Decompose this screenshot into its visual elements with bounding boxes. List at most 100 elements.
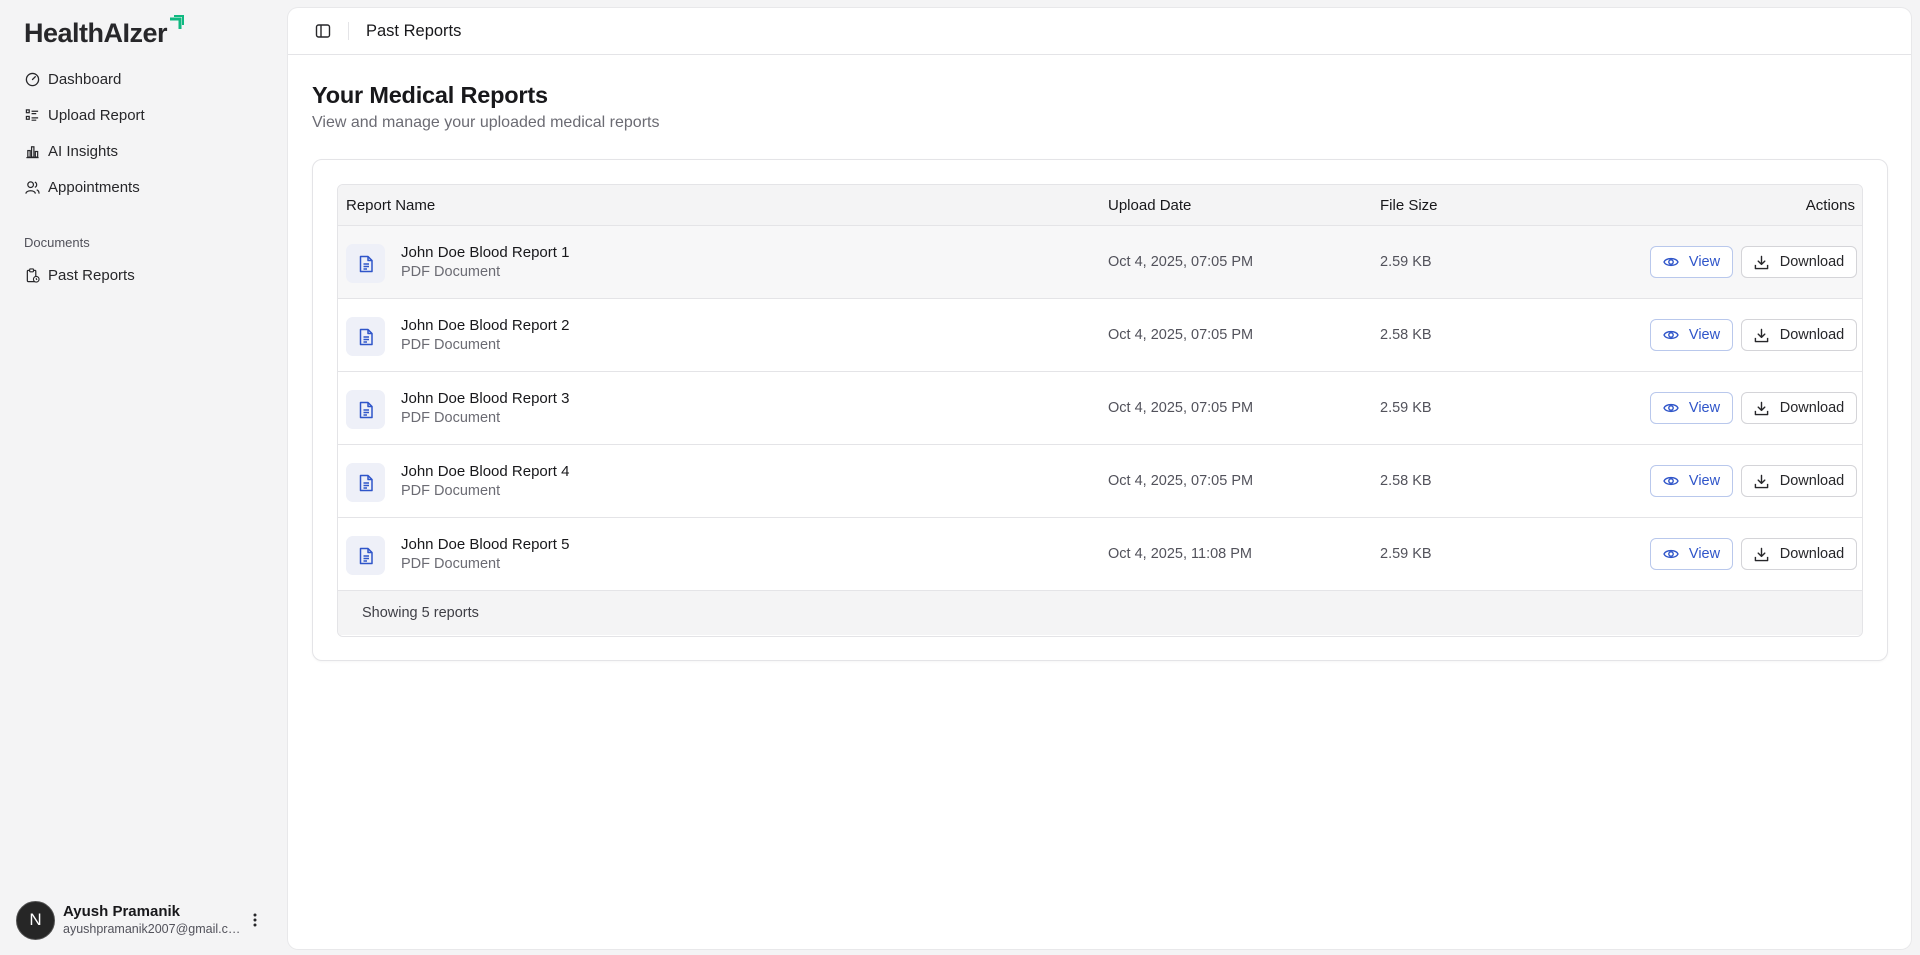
eye-icon <box>1663 473 1679 489</box>
download-label: Download <box>1779 254 1845 270</box>
nav-item-upload-report[interactable]: Upload Report <box>16 97 272 133</box>
file-size: 2.59 KB <box>1380 546 1432 562</box>
user-info: Ayush Pramanik ayushpramanik2007@gmail.c… <box>63 903 241 937</box>
table-row[interactable]: John Doe Blood Report 1 PDF Document Oct… <box>338 226 1862 299</box>
top-bar: Past Reports <box>288 8 1911 55</box>
download-button[interactable]: Download <box>1741 319 1857 351</box>
reports-card: Report Name Upload Date File Size Action… <box>312 159 1888 661</box>
nav-item-dashboard[interactable]: Dashboard <box>16 61 272 97</box>
breadcrumb: Past Reports <box>366 21 462 40</box>
nav-label: Dashboard <box>48 70 122 88</box>
view-button[interactable]: View <box>1650 538 1733 570</box>
column-header-file-size: File Size <box>1380 196 1438 214</box>
nav-label: Past Reports <box>48 266 135 284</box>
report-name: John Doe Blood Report 2 <box>401 317 570 334</box>
nav-item-past-reports[interactable]: Past Reports <box>16 257 272 293</box>
download-label: Download <box>1779 400 1845 416</box>
users-icon <box>24 179 40 195</box>
download-button[interactable]: Download <box>1741 246 1857 278</box>
file-text-icon <box>346 317 385 356</box>
app-logo[interactable]: HealthAIzer <box>24 15 185 50</box>
user-profile[interactable]: N Ayush Pramanik ayushpramanik2007@gmail… <box>16 898 272 942</box>
file-size: 2.59 KB <box>1380 254 1432 270</box>
download-label: Download <box>1779 546 1845 562</box>
nav-label: Appointments <box>48 178 140 196</box>
upload-date: Oct 4, 2025, 07:05 PM <box>1108 473 1254 489</box>
divider <box>348 22 349 40</box>
sidebar-toggle-icon[interactable] <box>314 22 332 40</box>
table-row[interactable]: John Doe Blood Report 4 PDF Document Oct… <box>338 445 1862 518</box>
nav-item-appointments[interactable]: Appointments <box>16 169 272 205</box>
nav-label: AI Insights <box>48 142 119 160</box>
documents-nav: Past Reports <box>16 257 272 293</box>
report-type: PDF Document <box>401 337 501 353</box>
file-text-icon <box>346 390 385 429</box>
view-label: View <box>1688 473 1721 489</box>
file-size: 2.58 KB <box>1380 327 1432 343</box>
page-title: Your Medical Reports <box>312 82 548 108</box>
nav-label: Upload Report <box>48 106 145 124</box>
download-button[interactable]: Download <box>1741 465 1857 497</box>
download-icon <box>1754 327 1770 343</box>
upload-date: Oct 4, 2025, 07:05 PM <box>1108 254 1254 270</box>
logo-text: HealthAIzer <box>24 18 168 48</box>
report-type: PDF Document <box>401 483 501 499</box>
view-label: View <box>1688 254 1721 270</box>
report-name: John Doe Blood Report 5 <box>401 536 570 553</box>
column-header-report-name: Report Name <box>346 196 436 214</box>
list-icon <box>24 107 40 123</box>
view-label: View <box>1688 327 1721 343</box>
download-label: Download <box>1779 473 1845 489</box>
table-row[interactable]: John Doe Blood Report 5 PDF Document Oct… <box>338 518 1862 591</box>
main-nav: Dashboard Upload Report AI Insights Appo… <box>16 61 272 205</box>
table-header: Report Name Upload Date File Size Action… <box>338 185 1862 226</box>
download-button[interactable]: Download <box>1741 392 1857 424</box>
file-size: 2.58 KB <box>1380 473 1432 489</box>
eye-icon <box>1663 400 1679 416</box>
column-header-upload-date: Upload Date <box>1108 196 1192 214</box>
view-button[interactable]: View <box>1650 319 1733 351</box>
download-icon <box>1754 254 1770 270</box>
file-text-icon <box>346 536 385 575</box>
eye-icon <box>1663 327 1679 343</box>
table-row[interactable]: John Doe Blood Report 2 PDF Document Oct… <box>338 299 1862 372</box>
report-name: John Doe Blood Report 1 <box>401 244 570 261</box>
user-name: Ayush Pramanik <box>63 903 180 920</box>
gauge-icon <box>24 71 40 87</box>
download-icon <box>1754 546 1770 562</box>
report-type: PDF Document <box>401 264 501 280</box>
report-type: PDF Document <box>401 410 501 426</box>
report-name: John Doe Blood Report 4 <box>401 463 570 480</box>
user-email: ayushpramanik2007@gmail.com <box>63 922 241 936</box>
reports-table: Report Name Upload Date File Size Action… <box>337 184 1863 637</box>
clipboard-icon <box>24 267 40 283</box>
view-label: View <box>1688 400 1721 416</box>
file-text-icon <box>346 463 385 502</box>
download-icon <box>1754 400 1770 416</box>
column-header-actions: Actions <box>1805 196 1855 214</box>
main-panel: Past Reports Your Medical Reports View a… <box>288 8 1911 949</box>
view-label: View <box>1688 546 1721 562</box>
file-text-icon <box>346 244 385 283</box>
upload-date: Oct 4, 2025, 07:05 PM <box>1108 327 1254 343</box>
logo-arrow-icon <box>168 15 185 36</box>
table-footer: Showing 5 reports <box>338 591 1862 635</box>
more-vertical-icon[interactable] <box>245 908 265 932</box>
file-size: 2.59 KB <box>1380 400 1432 416</box>
upload-date: Oct 4, 2025, 07:05 PM <box>1108 400 1254 416</box>
report-name: John Doe Blood Report 3 <box>401 390 570 407</box>
download-label: Download <box>1779 327 1845 343</box>
table-row[interactable]: John Doe Blood Report 3 PDF Document Oct… <box>338 372 1862 445</box>
nav-group-documents: Documents <box>24 235 90 250</box>
view-button[interactable]: View <box>1650 465 1733 497</box>
eye-icon <box>1663 254 1679 270</box>
page-subtitle: View and manage your uploaded medical re… <box>312 114 660 131</box>
view-button[interactable]: View <box>1650 246 1733 278</box>
eye-icon <box>1663 546 1679 562</box>
bar-chart-icon <box>24 143 40 159</box>
upload-date: Oct 4, 2025, 11:08 PM <box>1108 546 1253 562</box>
download-button[interactable]: Download <box>1741 538 1857 570</box>
view-button[interactable]: View <box>1650 392 1733 424</box>
report-type: PDF Document <box>401 556 501 572</box>
nav-item-ai-insights[interactable]: AI Insights <box>16 133 272 169</box>
